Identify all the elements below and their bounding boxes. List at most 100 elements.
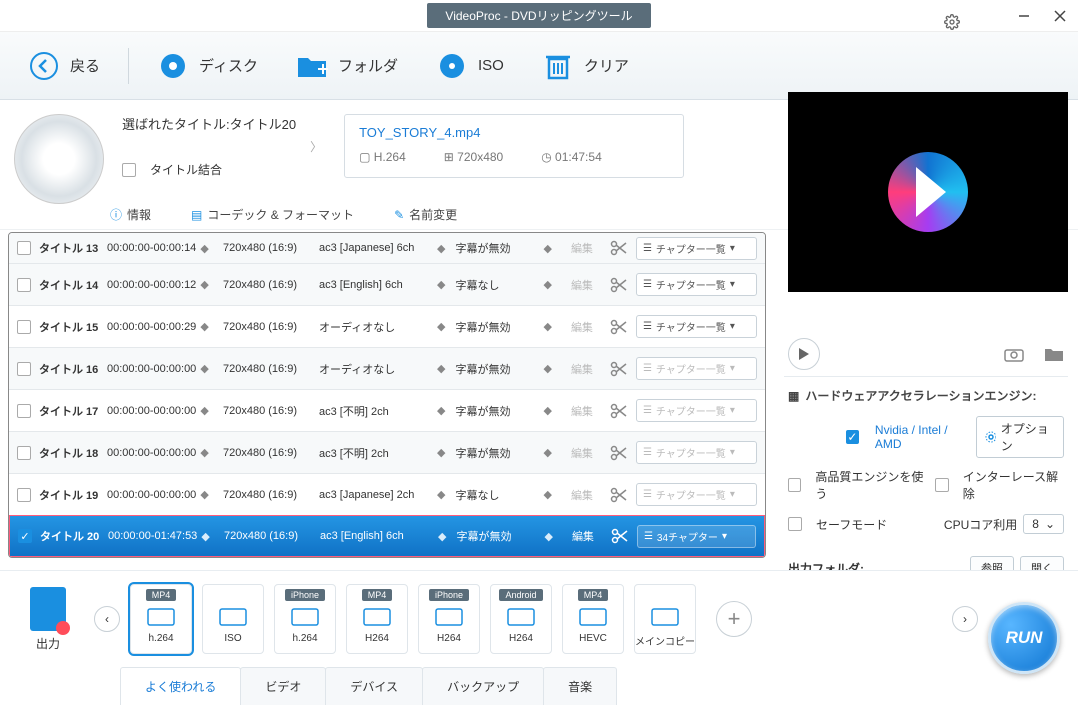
profile-card[interactable]: AndroidH264 (490, 584, 552, 654)
clear-button[interactable]: クリア (532, 44, 639, 88)
title-row[interactable]: タイトル 1900:00:00-00:00:00◆720x480 (16:9)a… (9, 473, 765, 515)
tab-rename[interactable]: ✎名前変更 (394, 206, 457, 223)
time-dropdown-icon[interactable]: ◆ (200, 446, 208, 459)
time-dropdown-icon[interactable]: ◆ (200, 404, 208, 417)
run-button[interactable]: RUN (988, 602, 1060, 674)
edit-button[interactable]: 編集 (563, 528, 603, 544)
merge-titles-checkbox[interactable]: タイトル結合 (122, 161, 296, 178)
subtitle-dropdown-icon[interactable]: ◆ (543, 278, 551, 291)
edit-button[interactable]: 編集 (562, 319, 602, 335)
hw-options-button[interactable]: オプション (976, 416, 1064, 458)
play-button[interactable] (788, 338, 820, 370)
tab-codec[interactable]: ▤コーデック & フォーマット (191, 206, 354, 223)
chapter-list-button[interactable]: ☰ チャプター一覧 ▾ (636, 237, 757, 260)
title-row[interactable]: タイトル 1500:00:00-00:00:29◆720x480 (16:9)オ… (9, 305, 765, 347)
cat-tab-device[interactable]: デバイス (325, 667, 423, 705)
gpu-label[interactable]: Nvidia / Intel / AMD (875, 423, 968, 451)
time-dropdown-icon[interactable]: ◆ (200, 320, 208, 333)
audio-dropdown-icon[interactable]: ◆ (437, 362, 445, 375)
edit-button[interactable]: 編集 (562, 277, 602, 293)
profile-card[interactable]: iPhoneH264 (418, 584, 480, 654)
audio-dropdown-icon[interactable]: ◆ (437, 320, 445, 333)
title-row[interactable]: タイトル 1300:00:00-00:00:14◆720x480 (16:9)a… (9, 233, 765, 263)
subtitle-dropdown-icon[interactable]: ◆ (543, 446, 551, 459)
title-row[interactable]: タイトル 1600:00:00-00:00:00◆720x480 (16:9)オ… (9, 347, 765, 389)
profile-card[interactable]: iPhoneh.264 (274, 584, 336, 654)
subtitle-dropdown-icon[interactable]: ◆ (543, 242, 551, 255)
cut-button[interactable] (602, 487, 636, 503)
time-dropdown-icon[interactable]: ◆ (201, 530, 209, 543)
disc-button[interactable]: ディスク (147, 44, 268, 88)
deinterlace-checkbox[interactable] (935, 478, 948, 492)
row-checkbox[interactable] (17, 446, 31, 460)
title-row[interactable]: タイトル 1800:00:00-00:00:00◆720x480 (16:9)a… (9, 431, 765, 473)
subtitle-dropdown-icon[interactable]: ◆ (543, 320, 551, 333)
profiles-next-button[interactable]: › (952, 606, 978, 632)
audio-dropdown-icon[interactable]: ◆ (437, 488, 445, 501)
subtitle-dropdown-icon[interactable]: ◆ (544, 530, 552, 543)
row-checkbox[interactable] (17, 278, 31, 292)
row-checkbox[interactable] (17, 320, 31, 334)
audio-dropdown-icon[interactable]: ◆ (437, 446, 445, 459)
edit-button[interactable]: 編集 (562, 240, 602, 256)
edit-button[interactable]: 編集 (562, 487, 602, 503)
cat-tab-frequent[interactable]: よく使われる (120, 667, 241, 705)
row-checkbox[interactable]: ✓ (18, 529, 32, 543)
time-dropdown-icon[interactable]: ◆ (200, 278, 208, 291)
time-dropdown-icon[interactable]: ◆ (200, 242, 208, 255)
audio-dropdown-icon[interactable]: ◆ (437, 278, 445, 291)
title-row[interactable]: タイトル 1700:00:00-00:00:00◆720x480 (16:9)a… (9, 389, 765, 431)
title-row[interactable]: タイトル 1400:00:00-00:00:12◆720x480 (16:9)a… (9, 263, 765, 305)
subtitle-dropdown-icon[interactable]: ◆ (543, 488, 551, 501)
settings-button[interactable] (934, 6, 970, 38)
add-profile-button[interactable]: + (716, 601, 752, 637)
folder-button[interactable]: フォルダ (286, 44, 408, 88)
iso-button[interactable]: ISO (426, 44, 514, 88)
row-checkbox[interactable] (17, 362, 31, 376)
profile-card[interactable]: MP4h.264 (130, 584, 192, 654)
cut-button[interactable] (602, 403, 636, 419)
snapshot-button[interactable] (1004, 346, 1024, 362)
chapter-list-button[interactable]: ☰ 34チャプター ▾ (637, 525, 756, 548)
hq-engine-checkbox[interactable] (788, 478, 801, 492)
profile-card[interactable]: MP4H264 (346, 584, 408, 654)
cut-button[interactable] (602, 445, 636, 461)
subtitle-dropdown-icon[interactable]: ◆ (543, 362, 551, 375)
row-checkbox[interactable] (17, 241, 31, 255)
row-checkbox[interactable] (17, 404, 31, 418)
audio-dropdown-icon[interactable]: ◆ (437, 404, 445, 417)
profile-label: h.264 (292, 633, 317, 644)
tab-info[interactable]: ⓘ情報 (110, 206, 151, 223)
cut-button[interactable] (602, 277, 636, 293)
cpucores-select[interactable]: 8⌄ (1023, 514, 1064, 534)
profiles-prev-button[interactable]: ‹ (94, 606, 120, 632)
snapshot-folder-button[interactable] (1044, 346, 1064, 362)
audio-dropdown-icon[interactable]: ◆ (437, 242, 445, 255)
edit-button[interactable]: 編集 (562, 403, 602, 419)
cat-tab-music[interactable]: 音楽 (543, 667, 617, 705)
profile-card[interactable]: メインコピー (634, 584, 696, 654)
title-row[interactable]: ✓タイトル 2000:00:00-01:47:53◆720x480 (16:9)… (9, 515, 765, 557)
cut-button[interactable] (603, 528, 637, 544)
profile-card[interactable]: MP4HEVC (562, 584, 624, 654)
safemode-checkbox[interactable] (788, 517, 802, 531)
profile-card[interactable]: ISO (202, 584, 264, 654)
subtitle-dropdown-icon[interactable]: ◆ (543, 404, 551, 417)
cat-tab-backup[interactable]: バックアップ (422, 667, 544, 705)
close-button[interactable] (1042, 0, 1078, 32)
audio-dropdown-icon[interactable]: ◆ (438, 530, 446, 543)
time-dropdown-icon[interactable]: ◆ (200, 362, 208, 375)
minimize-button[interactable] (1006, 0, 1042, 32)
time-dropdown-icon[interactable]: ◆ (200, 488, 208, 501)
chapter-list-button[interactable]: ☰ チャプター一覧 ▾ (636, 273, 757, 296)
edit-button[interactable]: 編集 (562, 445, 602, 461)
cut-button[interactable] (602, 240, 636, 256)
chapter-list-button[interactable]: ☰ チャプター一覧 ▾ (636, 315, 757, 338)
gpu-checkbox[interactable]: ✓ (846, 430, 859, 444)
back-button[interactable]: 戻る (18, 44, 110, 88)
edit-button[interactable]: 編集 (562, 361, 602, 377)
row-checkbox[interactable] (17, 488, 31, 502)
cut-button[interactable] (602, 361, 636, 377)
cut-button[interactable] (602, 319, 636, 335)
cat-tab-video[interactable]: ビデオ (240, 667, 326, 705)
